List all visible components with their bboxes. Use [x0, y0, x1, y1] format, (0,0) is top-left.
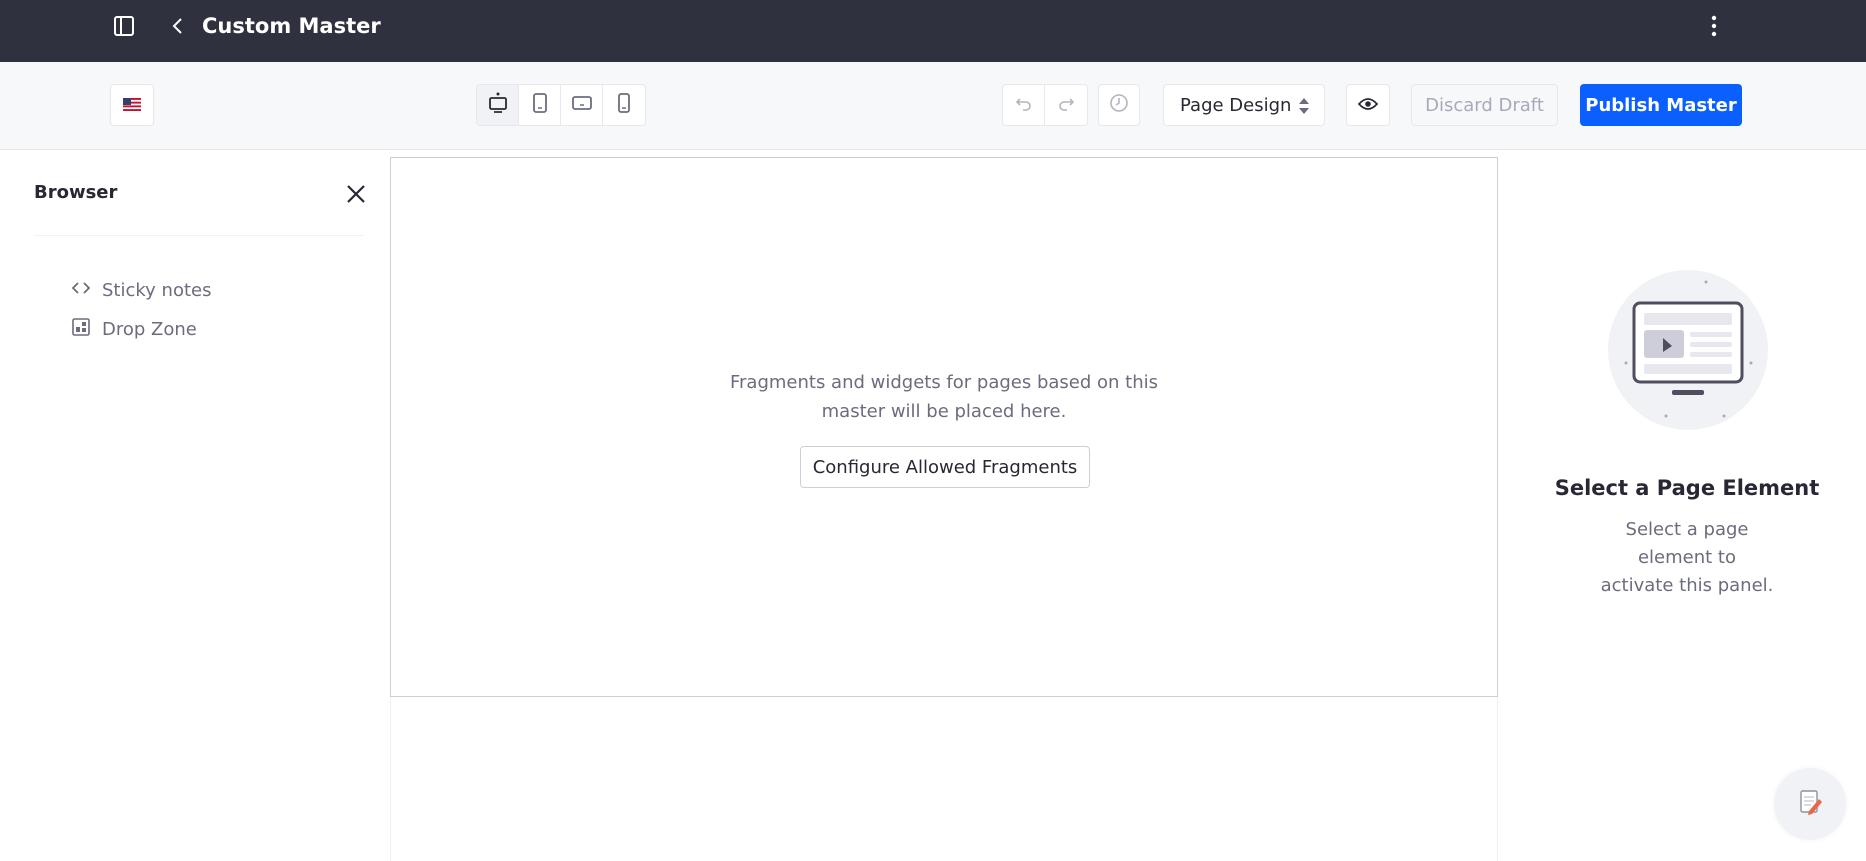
sidebar-title: Browser: [34, 182, 118, 203]
tablet-icon: [532, 93, 548, 117]
discard-draft-button[interactable]: Discard Draft: [1411, 84, 1558, 126]
device-desktop-button[interactable]: [477, 85, 519, 125]
drop-zone-message: Fragments and widgets for pages based on…: [391, 368, 1497, 426]
landscape-phone-icon: [571, 95, 592, 115]
tree-item-sticky-notes[interactable]: Sticky notes: [71, 280, 212, 301]
master-drop-zone[interactable]: Fragments and widgets for pages based on…: [390, 157, 1498, 697]
undo-icon: [1015, 95, 1033, 115]
sidebar-divider: [34, 235, 364, 236]
edit-note-icon: [1795, 787, 1825, 821]
page-editor-toolbar: Page Design Discard Draft Publish Master: [0, 62, 1866, 150]
publish-master-button[interactable]: Publish Master: [1580, 84, 1742, 126]
tree-item-label: Drop Zone: [102, 319, 197, 340]
portrait-phone-icon: [617, 93, 631, 117]
drop-zone-message-line: master will be placed here.: [821, 401, 1067, 422]
undo-redo-group: [1002, 84, 1088, 126]
panel-description: Select a page element to activate this p…: [1587, 516, 1787, 600]
eye-icon: [1357, 96, 1379, 115]
device-tablet-button[interactable]: [519, 85, 561, 125]
select-element-illustration: [1606, 268, 1770, 432]
floating-notes-button[interactable]: [1774, 768, 1846, 840]
redo-icon: [1057, 95, 1075, 115]
browser-sidebar: Browser Sticky notes Drop Zone: [0, 150, 390, 861]
drop-zone-message-line: Fragments and widgets for pages based on…: [729, 372, 1159, 393]
device-selector: [476, 84, 646, 126]
product-menu-icon[interactable]: [111, 13, 137, 39]
us-flag-icon: [123, 96, 141, 115]
tree-item-label: Sticky notes: [102, 280, 212, 301]
redo-button[interactable]: [1045, 85, 1087, 125]
history-icon: [1109, 93, 1129, 117]
history-button[interactable]: [1098, 84, 1140, 126]
mode-select[interactable]: Page Design: [1163, 84, 1325, 126]
canvas-lower-area: [390, 697, 1498, 861]
preview-button[interactable]: [1346, 84, 1390, 126]
panel-description-line: activate this panel.: [1600, 575, 1774, 596]
caret-double-icon: [1298, 96, 1310, 121]
device-landscape-phone-button[interactable]: [561, 85, 603, 125]
control-menu: Custom Master: [0, 0, 1866, 62]
kebab-menu-icon[interactable]: [1701, 13, 1727, 39]
code-icon: [71, 280, 91, 301]
panel-title: Select a Page Element: [1554, 476, 1820, 500]
page-title: Custom Master: [202, 14, 381, 38]
undo-button[interactable]: [1003, 85, 1045, 125]
back-icon[interactable]: [165, 13, 191, 39]
locale-selector[interactable]: [110, 84, 154, 126]
device-portrait-phone-button[interactable]: [603, 85, 645, 125]
drop-zone-icon: [72, 318, 90, 341]
close-icon[interactable]: [342, 180, 370, 208]
tree-item-drop-zone[interactable]: Drop Zone: [72, 318, 197, 341]
mode-select-value: Page Design: [1180, 94, 1292, 116]
desktop-icon: [488, 92, 508, 118]
configuration-panel: Select a Page Element Select a page elem…: [1498, 150, 1866, 861]
panel-description-line: Select a page element to: [1625, 519, 1749, 568]
configure-allowed-fragments-button[interactable]: Configure Allowed Fragments: [800, 446, 1090, 488]
